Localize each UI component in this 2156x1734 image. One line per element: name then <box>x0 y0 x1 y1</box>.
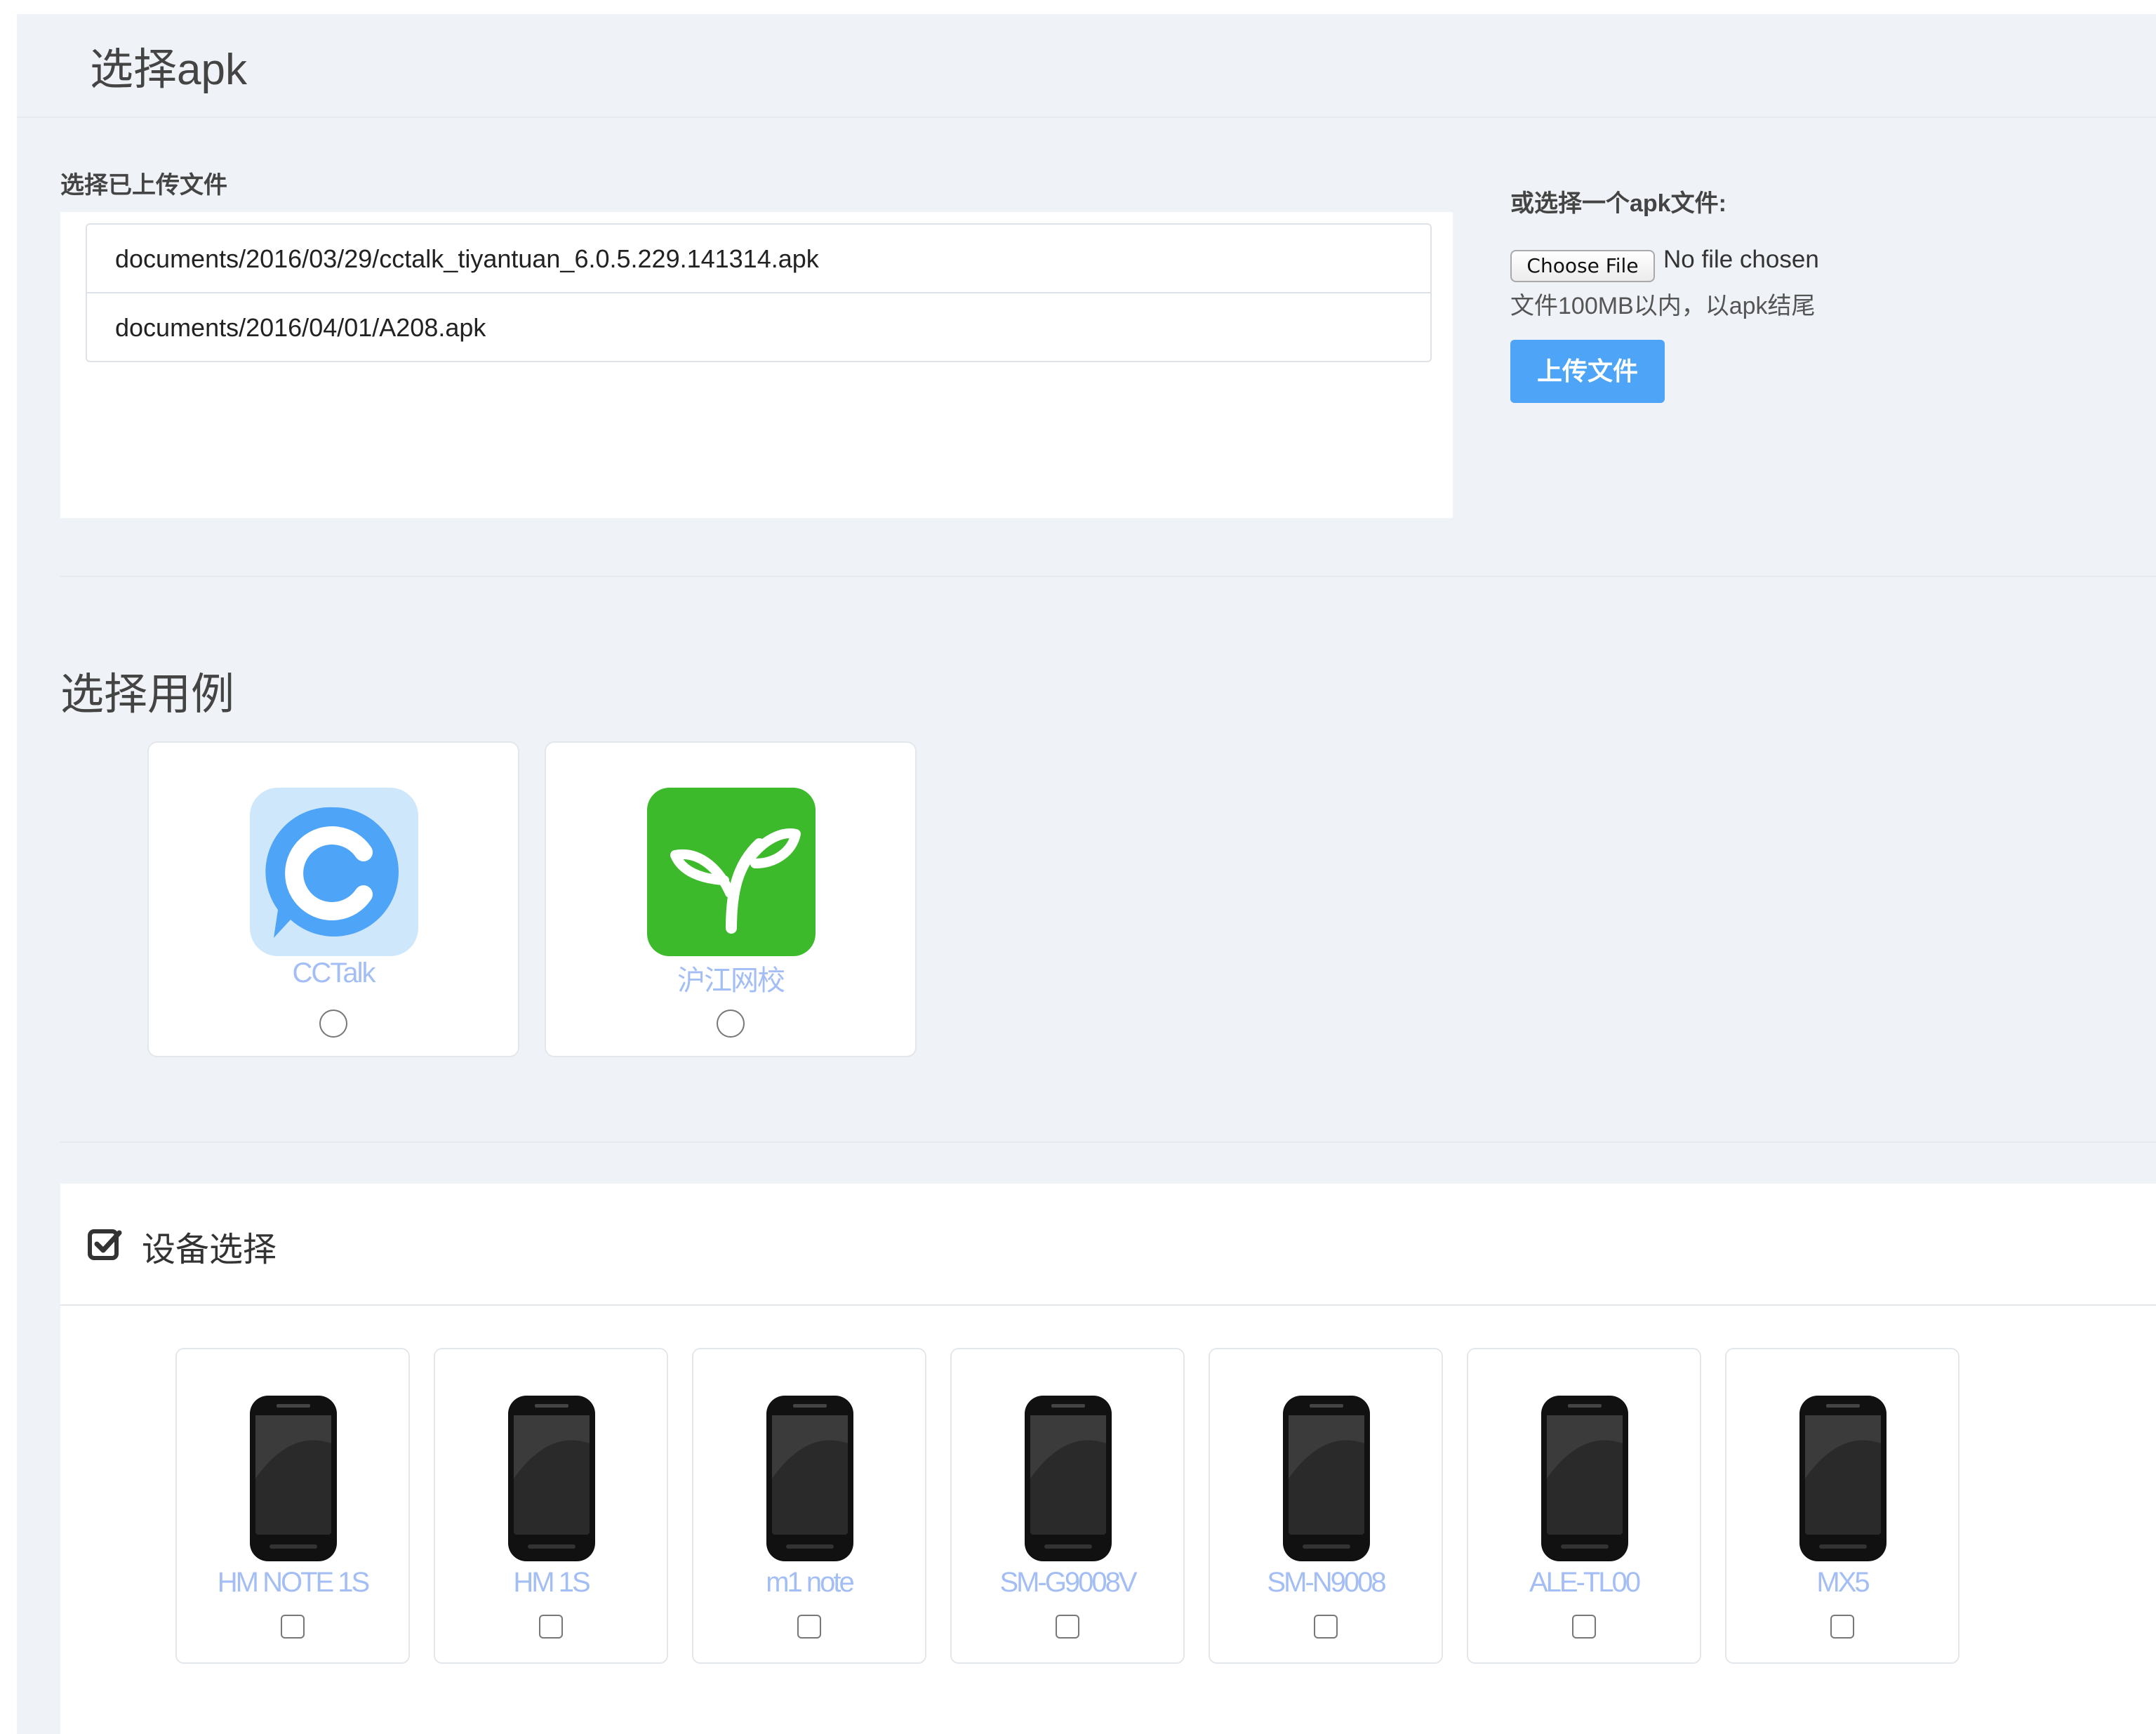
sprout-logo-icon <box>647 788 816 956</box>
phone-icon <box>508 1396 595 1561</box>
case-radio[interactable] <box>319 1010 347 1038</box>
device-section-title: 设备选择 <box>142 1231 277 1269</box>
device-checkbox[interactable] <box>1056 1615 1079 1639</box>
no-file-chosen-text: No file chosen <box>1663 246 1819 273</box>
device-name: SM-N9008 <box>1267 1567 1386 1598</box>
uploaded-file-item[interactable]: documents/2016/04/01/A208.apk <box>87 293 1430 362</box>
device-checkbox[interactable] <box>1830 1615 1854 1639</box>
device-card[interactable]: m1 note <box>692 1348 926 1664</box>
uploaded-files-label: 选择已上传文件 <box>60 172 227 199</box>
device-card[interactable]: ALE-TL00 <box>1467 1348 1701 1664</box>
device-name: SM-G9008V <box>999 1567 1137 1598</box>
device-name: HM NOTE 1S <box>217 1567 370 1598</box>
device-name: m1 note <box>766 1567 855 1598</box>
phone-icon <box>250 1396 337 1561</box>
device-card[interactable]: SM-N9008 <box>1209 1348 1443 1664</box>
phone-icon <box>1541 1396 1628 1561</box>
device-header-divider <box>60 1304 2156 1306</box>
device-card[interactable]: HM 1S <box>434 1348 668 1664</box>
uploaded-files-list: documents/2016/03/29/cctalk_tiyantuan_6.… <box>86 223 1432 362</box>
upload-file-button[interactable]: 上传文件 <box>1510 340 1665 403</box>
device-name: MX5 <box>1816 1567 1870 1598</box>
device-card[interactable]: MX5 <box>1725 1348 1959 1664</box>
phone-icon <box>1283 1396 1370 1561</box>
phone-icon <box>1025 1396 1112 1561</box>
choose-file-button[interactable]: Choose File <box>1510 250 1655 282</box>
choose-apk-label: 或选择一个apk文件: <box>1510 190 1726 217</box>
apk-section-title: 选择apk <box>90 46 247 94</box>
device-checkbox[interactable] <box>281 1615 305 1639</box>
device-name: HM 1S <box>513 1567 590 1598</box>
title-divider <box>17 117 2156 118</box>
device-card[interactable]: HM NOTE 1S <box>175 1348 410 1664</box>
case-card-hujiang[interactable]: 沪江网校 <box>545 741 917 1057</box>
device-card[interactable]: SM-G9008V <box>950 1348 1185 1664</box>
cctalk-logo-icon <box>250 788 418 956</box>
case-card-cctalk[interactable]: CCTalk <box>147 741 519 1057</box>
phone-icon <box>1799 1396 1886 1561</box>
device-checkbox[interactable] <box>539 1615 563 1639</box>
section-divider <box>60 576 2156 577</box>
checkbox-checked-icon <box>88 1229 122 1260</box>
phone-icon <box>766 1396 853 1561</box>
section-divider <box>60 1141 2156 1143</box>
uploaded-file-item[interactable]: documents/2016/03/29/cctalk_tiyantuan_6.… <box>87 225 1430 293</box>
file-size-hint: 文件100MB以内，以apk结尾 <box>1510 293 1816 319</box>
device-checkbox[interactable] <box>797 1615 821 1639</box>
device-checkbox[interactable] <box>1314 1615 1338 1639</box>
device-checkbox[interactable] <box>1572 1615 1596 1639</box>
case-name: 沪江网校 <box>677 965 785 996</box>
case-name: CCTalk <box>292 958 376 988</box>
device-name: ALE-TL00 <box>1529 1567 1641 1598</box>
case-radio[interactable] <box>717 1010 745 1038</box>
case-section-title: 选择用例 <box>60 670 235 719</box>
